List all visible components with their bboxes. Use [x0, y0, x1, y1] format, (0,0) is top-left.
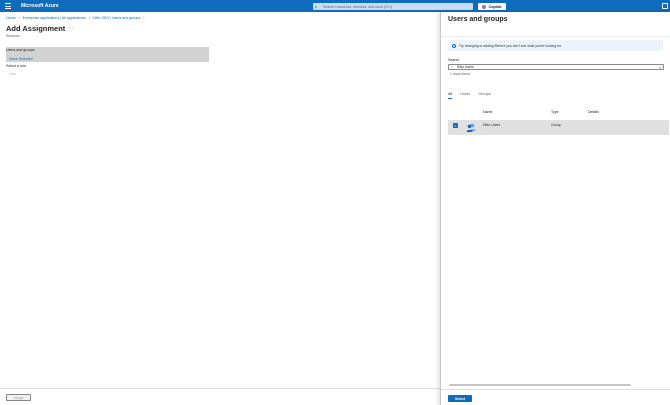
top-bar: Microsoft Azure ⌕ Search resources, serv… — [0, 0, 670, 12]
select-role-label: Select a role — [6, 64, 26, 68]
info-text: Try changing or adding filters if you do… — [459, 43, 562, 48]
portal-menu-icon[interactable] — [662, 3, 668, 9]
breadcrumb-enterprise-apps[interactable]: Enterprise applications | All applicatio… — [23, 16, 86, 20]
panel-title: Users and groups — [448, 16, 508, 23]
footer-divider — [0, 388, 440, 389]
row-name: Ditto Users — [483, 123, 501, 127]
copilot-button[interactable]: Copilot — [478, 3, 506, 10]
breadcrumb: Home › Enterprise applications | All app… — [6, 16, 148, 20]
scrollbar-thumb[interactable] — [449, 384, 631, 386]
select-role-link[interactable]: User — [9, 72, 16, 76]
tab-all[interactable]: All — [448, 92, 453, 99]
row-type: Group — [551, 123, 561, 127]
users-groups-label: Users and groups — [6, 48, 35, 52]
breadcrumb-home[interactable]: Home — [6, 16, 16, 20]
info-message-bar: i Try changing or adding filters if you … — [448, 40, 663, 51]
copilot-label: Copilot — [488, 4, 502, 9]
clear-icon[interactable]: × — [659, 65, 661, 70]
checkmark-icon: ✓ — [453, 123, 457, 128]
search-input-value: Ditto Users — [456, 65, 474, 69]
panel-footer-divider — [441, 389, 670, 390]
search-icon: ⌕ — [451, 65, 453, 69]
global-search-input[interactable]: ⌕ Search resources, services, and docs (… — [313, 3, 473, 10]
users-groups-none-selected-link[interactable]: None Selected — [9, 57, 33, 61]
hamburger-icon[interactable] — [5, 3, 11, 9]
result-count: 1 result found — [450, 72, 470, 76]
table-row[interactable]: ✓ Ditto Users Group — [448, 120, 669, 135]
breadcrumb-separator: › — [88, 16, 91, 20]
page-subtitle: Windows — [6, 34, 20, 38]
table-header: Name Type Details — [448, 110, 669, 116]
breadcrumb-separator: › — [18, 16, 20, 20]
users-and-groups-panel: Users and groups i Try changing or addin… — [440, 12, 670, 405]
search-icon: ⌕ — [315, 3, 318, 9]
select-button[interactable]: Select — [448, 395, 472, 402]
search-input[interactable]: ⌕ Ditto Users × — [448, 64, 664, 70]
brand-label[interactable]: Microsoft Azure — [21, 2, 59, 10]
users-groups-section[interactable]: Users and groups None Selected — [6, 47, 209, 62]
filter-tabs: All Users Groups — [448, 92, 499, 99]
breadcrumb-ditto-sso[interactable]: Ditto SSO | Users and groups — [93, 16, 140, 20]
column-name[interactable]: Name — [483, 110, 492, 114]
info-icon: i — [452, 43, 456, 48]
assign-button[interactable]: Assign — [6, 394, 31, 401]
panel-header-divider — [441, 36, 670, 37]
page-title: Add Assignment — [6, 24, 66, 33]
global-search-placeholder: Search resources, services, and docs (G+… — [323, 4, 393, 9]
copilot-icon — [482, 4, 487, 9]
row-checkbox[interactable]: ✓ — [453, 123, 458, 128]
more-options-icon[interactable]: ··· — [68, 25, 73, 31]
column-details[interactable]: Details — [588, 110, 599, 114]
horizontal-scrollbar[interactable] — [448, 384, 664, 386]
breadcrumb-separator: › — [143, 16, 145, 20]
column-type[interactable]: Type — [551, 110, 559, 114]
tab-groups[interactable]: Groups — [478, 92, 490, 99]
search-label: Search — [448, 58, 460, 62]
group-icon — [466, 123, 476, 132]
tab-users[interactable]: Users — [460, 92, 470, 99]
